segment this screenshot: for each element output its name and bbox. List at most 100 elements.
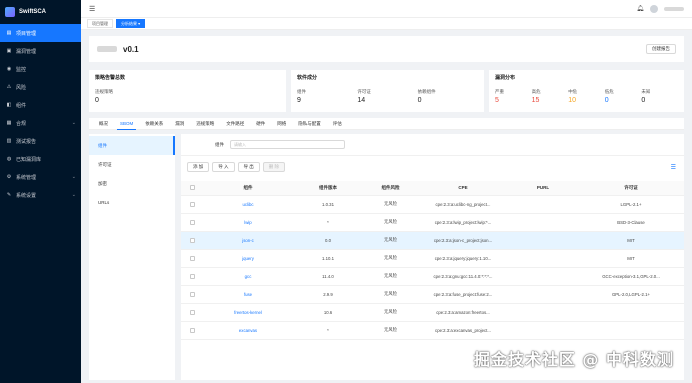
- vuln-stat[interactable]: 未知 0: [641, 89, 678, 104]
- sub-tab[interactable]: 违规策略: [190, 118, 220, 130]
- column-header[interactable]: 许可证: [578, 181, 684, 196]
- tab-project-management[interactable]: 项目管理: [87, 19, 113, 28]
- search-label: 组件: [215, 141, 224, 147]
- project-title-card: v0.1 创建报告: [89, 36, 684, 62]
- avatar[interactable]: [650, 4, 658, 13]
- export-button[interactable]: 导 出: [237, 162, 260, 172]
- select-all-header[interactable]: [181, 181, 203, 196]
- side-list-item[interactable]: URLs: [89, 193, 175, 212]
- row-select-cell[interactable]: [181, 213, 203, 232]
- tab-analysis-results[interactable]: 分析结果 ▾: [116, 19, 146, 28]
- cell-license: GPL-2.0,LGPL-2.1+: [578, 285, 684, 304]
- vuln-stat[interactable]: 严重 5: [495, 89, 532, 104]
- column-header[interactable]: CPE: [418, 181, 508, 196]
- cell-purl: [508, 267, 578, 286]
- sidebar-item[interactable]: ⚠ 风险: [0, 78, 81, 96]
- row-checkbox[interactable]: [189, 219, 195, 225]
- sidebar-item[interactable]: ◍ 已知漏洞库: [0, 150, 81, 168]
- row-select-cell[interactable]: [181, 303, 203, 322]
- cell-version: *: [293, 213, 363, 232]
- table-row[interactable]: fuse 2.9.9 无风险 cpe:2.3:a:fuse_project:fuse:…: [181, 285, 684, 304]
- row-select-cell[interactable]: [181, 321, 203, 340]
- cell-name[interactable]: freertos-kernel: [203, 303, 293, 322]
- stats-row: 策略告警总数 违规策略 0 软件成分 组件 9 许可证 14 依赖组件 0 漏洞…: [89, 70, 684, 112]
- row-checkbox[interactable]: [189, 273, 195, 279]
- cell-name[interactable]: jquery: [203, 249, 293, 268]
- bell-icon[interactable]: 🔔︎: [636, 5, 644, 12]
- sub-tab[interactable]: 依赖关系: [139, 118, 169, 130]
- cell-license: [578, 303, 684, 322]
- table-row[interactable]: lwip * 无风险 cpe:2.3:a:lwip_project:lwip:*...…: [181, 213, 684, 232]
- table-row[interactable]: freertos-kernel 10.6 无风险 cpe:2.3:a:amazon:f…: [181, 303, 684, 322]
- sidebar-item-label: 项目管理: [16, 30, 37, 37]
- create-report-button[interactable]: 创建报告: [646, 44, 676, 54]
- table-row[interactable]: gcc 11.4.0 无风险 cpe:2.3:a:gnu:gcc:11.4.0:*:*…: [181, 267, 684, 286]
- sub-tab[interactable]: 概况: [93, 118, 114, 130]
- sidebar-item[interactable]: ▣ 漏洞管理: [0, 42, 81, 60]
- sidebar-item[interactable]: ◉ 监控: [0, 60, 81, 78]
- column-settings-icon[interactable]: ☰: [671, 164, 676, 171]
- row-checkbox[interactable]: [189, 237, 195, 243]
- cell-name[interactable]: gcc: [203, 267, 293, 286]
- user-name-redacted[interactable]: [664, 6, 684, 11]
- row-checkbox[interactable]: [189, 327, 195, 333]
- cell-risk: 无风险: [363, 231, 418, 250]
- side-list-item[interactable]: 组件: [89, 136, 175, 155]
- sbom-side-list: 组件 许可证 加密 URLs: [89, 134, 175, 380]
- row-select-cell[interactable]: [181, 267, 203, 286]
- sub-tab[interactable]: 网络: [271, 118, 292, 130]
- sidebar-item[interactable]: ▥ 测试报告: [0, 132, 81, 150]
- sidebar-item[interactable]: ⚙ 系统管理 ⌄: [0, 168, 81, 186]
- sidebar-item[interactable]: ▦ 合规 ⌄: [0, 114, 81, 132]
- sub-tab[interactable]: 文件路径: [220, 118, 250, 130]
- vuln-stat[interactable]: 中危 10: [568, 89, 605, 104]
- cell-version: 0.0: [293, 231, 363, 250]
- sidebar-item[interactable]: ✎ 系统设置 ⌄: [0, 186, 81, 204]
- stat-label: 依赖组件: [417, 89, 436, 94]
- table-row[interactable]: jquery 1.10.1 无风险 cpe:2.3:a:jquery:jquery:1…: [181, 249, 684, 268]
- sub-tab[interactable]: 漏洞: [169, 118, 190, 130]
- sub-tab[interactable]: 评估: [327, 118, 348, 130]
- cell-name[interactable]: excanvas: [203, 321, 293, 340]
- column-header[interactable]: PURL: [508, 181, 578, 196]
- cell-name[interactable]: json-c: [203, 231, 293, 250]
- delete-button[interactable]: 删 除: [262, 162, 286, 172]
- row-checkbox[interactable]: [189, 255, 195, 261]
- stat-label: 中危: [568, 89, 578, 94]
- column-header[interactable]: 组件: [203, 181, 293, 196]
- row-checkbox[interactable]: [189, 201, 195, 207]
- column-header[interactable]: 组件版本: [293, 181, 363, 196]
- sub-tab[interactable]: SBOM: [114, 118, 139, 130]
- cell-purl: [508, 249, 578, 268]
- import-button[interactable]: 导 入: [212, 162, 235, 172]
- cell-name[interactable]: uclibc: [203, 195, 293, 214]
- component-search-input[interactable]: [230, 140, 345, 149]
- row-select-cell[interactable]: [181, 285, 203, 304]
- row-select-cell[interactable]: [181, 195, 203, 214]
- select-all-checkbox[interactable]: [189, 185, 195, 191]
- table-row[interactable]: uclibc 1.0.31 无风险 cpe:2.3:a:uclibc-ng_proje…: [181, 195, 684, 214]
- add-button[interactable]: 添 加: [187, 162, 210, 172]
- policy-alert-card: 策略告警总数 违规策略 0: [89, 70, 286, 112]
- side-list-item[interactable]: 许可证: [89, 155, 175, 174]
- cell-name[interactable]: fuse: [203, 285, 293, 304]
- sub-tab[interactable]: 硬件: [250, 118, 271, 130]
- row-checkbox[interactable]: [189, 291, 195, 297]
- vuln-stat[interactable]: 高危 15: [532, 89, 569, 104]
- cell-name[interactable]: lwip: [203, 213, 293, 232]
- column-header[interactable]: 组件风险: [363, 181, 418, 196]
- row-checkbox[interactable]: [189, 309, 195, 315]
- sidebar-item[interactable]: ▤ 项目管理: [0, 24, 81, 42]
- side-list-item[interactable]: 加密: [89, 174, 175, 193]
- table-row[interactable]: excanvas * 无风险 cpe:2.3:a:excanvas_project..…: [181, 321, 684, 340]
- menu-toggle-icon[interactable]: ☰: [89, 5, 95, 13]
- row-select-cell[interactable]: [181, 249, 203, 268]
- vuln-stat[interactable]: 低危 0: [605, 89, 642, 104]
- table-row[interactable]: json-c 0.0 无风险 cpe:2.3:a:json-c_project:jso…: [181, 231, 684, 250]
- cell-cpe: cpe:2.3:a:gnu:gcc:11.4.0:*:*:*...: [418, 267, 508, 286]
- row-select-cell[interactable]: [181, 231, 203, 250]
- app-logo[interactable]: SwiftSCA: [0, 0, 81, 24]
- sidebar-item[interactable]: ◧ 组件: [0, 96, 81, 114]
- cell-version: 1.0.31: [293, 195, 363, 214]
- sub-tab[interactable]: 隐私与配置: [292, 118, 327, 130]
